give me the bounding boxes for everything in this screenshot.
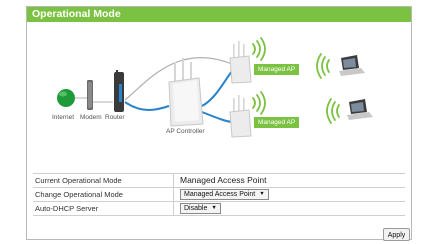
managed-ap-bottom-icon — [229, 95, 252, 138]
panel-title: Operational Mode — [27, 7, 411, 22]
wifi-waves-icon — [252, 37, 266, 115]
laptop-bottom-icon — [347, 99, 373, 120]
router-label: Router — [105, 114, 125, 121]
ap-controller-label: AP Controller — [166, 128, 205, 135]
apply-button[interactable]: Apply — [383, 228, 410, 241]
globe-icon — [57, 89, 75, 107]
laptop-top-icon — [339, 55, 365, 76]
managed-ap-bottom-tag: Managed AP — [254, 117, 300, 128]
router-to-controller-cable — [124, 101, 170, 111]
dropdown-arrow-icon: ▼ — [211, 205, 217, 211]
auto-dhcp-select-value: Disable — [184, 205, 208, 212]
table-row: Change Operational Mode Managed Access P… — [33, 188, 405, 202]
operational-mode-select[interactable]: Managed Access Point ▼ — [180, 189, 269, 200]
current-mode-value: Managed Access Point — [180, 175, 267, 185]
current-mode-label: Current Operational Mode — [33, 174, 174, 187]
auto-dhcp-label: Auto-DHCP Server — [33, 202, 174, 215]
settings-table: Current Operational Mode Managed Access … — [33, 173, 405, 216]
network-diagram: Internet Modem Router AP Controller Mana… — [27, 22, 411, 162]
change-mode-label: Change Operational Mode — [33, 188, 174, 201]
managed-ap-top-tag: Managed AP — [254, 64, 300, 75]
controller-to-ap-top-cable — [201, 69, 234, 107]
modem-label: Modem — [80, 114, 102, 121]
auto-dhcp-select[interactable]: Disable ▼ — [180, 203, 221, 214]
internet-label: Internet — [52, 114, 75, 121]
dropdown-arrow-icon: ▼ — [259, 191, 265, 197]
laptop-wifi-icon — [316, 53, 340, 124]
modem-icon — [87, 80, 93, 110]
operational-mode-select-value: Managed Access Point — [184, 191, 256, 198]
router-icon — [114, 70, 124, 112]
ap-controller-icon — [168, 58, 204, 127]
operational-mode-panel: Operational Mode Internet Modem Router A… — [26, 6, 412, 241]
table-row: Auto-DHCP Server Disable ▼ — [33, 202, 405, 216]
table-row: Current Operational Mode Managed Access … — [33, 174, 405, 188]
managed-ap-top-icon — [229, 41, 252, 84]
controller-to-ap-bottom-cable — [201, 111, 234, 123]
